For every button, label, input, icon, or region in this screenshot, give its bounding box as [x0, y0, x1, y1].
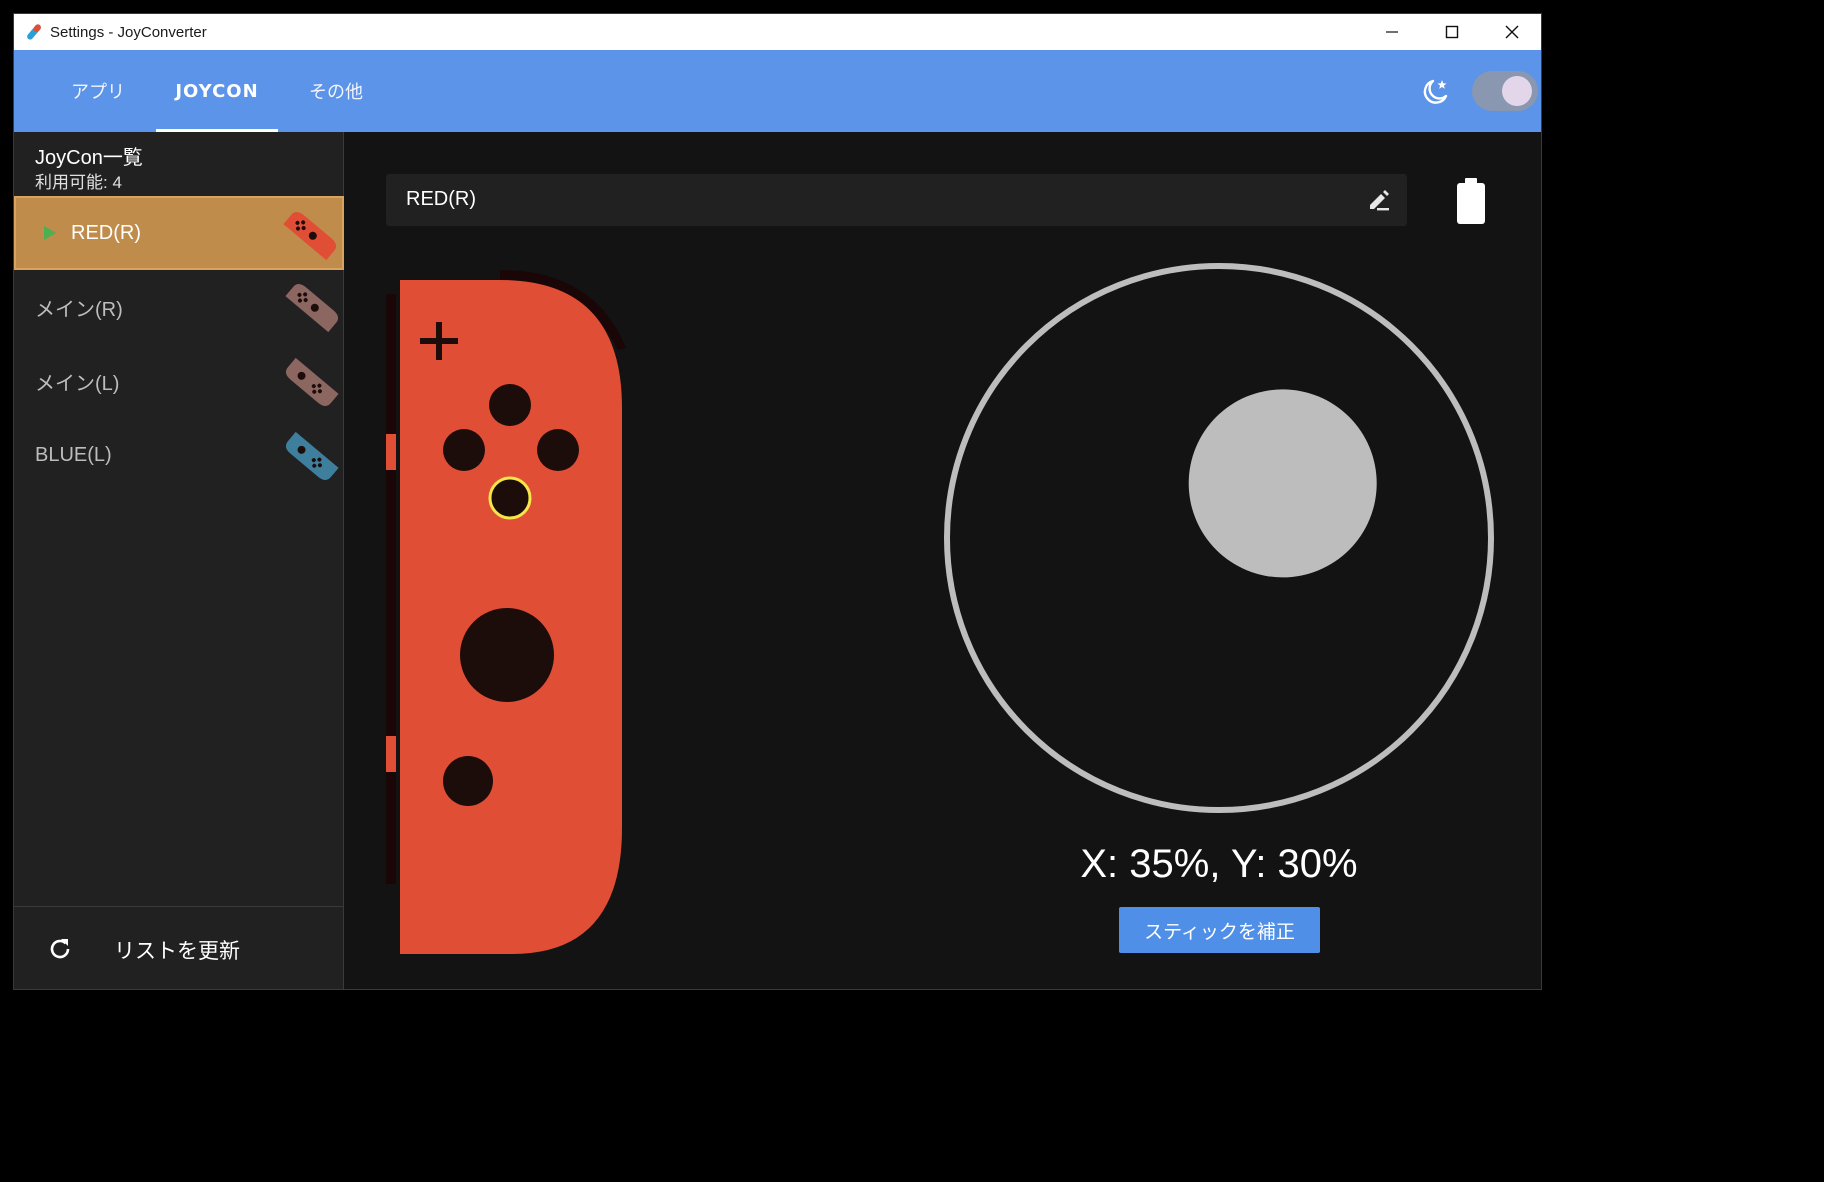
joycon-left-icon	[285, 431, 339, 481]
joycon-rail	[386, 294, 396, 884]
toggle-knob	[1502, 76, 1532, 106]
app-bar: アプリ JOYCON その他	[14, 50, 1541, 132]
refresh-icon	[50, 939, 70, 959]
title-bar: Settings - JoyConverter	[14, 14, 1541, 50]
refresh-list-button[interactable]: リストを更新	[14, 906, 344, 989]
list-item-label: メイン(R)	[35, 298, 123, 321]
theme-button[interactable]	[1417, 74, 1453, 110]
maximize-icon	[1445, 25, 1459, 39]
list-item-label: メイン(L)	[35, 372, 120, 395]
sl-button	[386, 434, 396, 470]
calibrate-stick-button[interactable]: スティックを補正	[1119, 907, 1320, 953]
list-item-label: BLUE(L)	[35, 443, 112, 466]
dark-mode-toggle[interactable]	[1472, 71, 1538, 111]
close-icon	[1505, 25, 1519, 39]
close-button[interactable]	[1482, 14, 1541, 50]
maximize-button[interactable]	[1422, 14, 1482, 50]
tab-joycon[interactable]: JOYCON	[156, 50, 278, 132]
list-title: JoyCon一覧	[35, 147, 143, 169]
joycon-diagram	[386, 270, 626, 954]
a-button	[537, 429, 579, 471]
joycon-left-icon	[285, 357, 339, 407]
tab-other[interactable]: その他	[288, 50, 384, 132]
device-name: RED(R)	[406, 188, 476, 210]
list-item-main-l[interactable]: メイン(L)	[14, 344, 344, 418]
x-button	[489, 384, 531, 426]
analog-stick	[460, 608, 554, 702]
joycon-right-icon	[285, 283, 339, 333]
list-item-main-r[interactable]: メイン(R)	[14, 270, 344, 344]
stick-position-display	[944, 263, 1494, 813]
app-window: Settings - JoyConverter アプリ JOYCON その他 J…	[13, 13, 1542, 990]
y-button	[443, 429, 485, 471]
app-icon	[27, 24, 41, 40]
joycon-list-panel: JoyCon一覧 利用可能: 4 RED(R) メイン(R) メイン(L) BL…	[14, 132, 344, 989]
minimize-button[interactable]	[1362, 14, 1422, 50]
stick-coordinates: X: 35%, Y: 30%	[1080, 842, 1358, 886]
joycon-right-icon	[283, 211, 337, 261]
list-item-red-r[interactable]: RED(R)	[14, 196, 344, 270]
tab-app[interactable]: アプリ	[50, 50, 146, 132]
home-button	[443, 756, 493, 806]
list-item-blue-l[interactable]: BLUE(L)	[14, 418, 344, 492]
edit-icon[interactable]	[1365, 186, 1393, 214]
list-item-label: RED(R)	[71, 221, 141, 244]
device-name-bar[interactable]: RED(R)	[386, 174, 1407, 226]
window-title: Settings - JoyConverter	[50, 23, 207, 41]
play-icon	[44, 226, 56, 240]
refresh-label: リストを更新	[114, 939, 240, 963]
minimize-icon	[1386, 31, 1398, 33]
available-count: 利用可能: 4	[35, 173, 122, 192]
moon-star-icon	[1423, 79, 1448, 104]
battery-icon	[1457, 178, 1485, 224]
stick-position-dot	[1188, 389, 1377, 578]
sr-button	[386, 736, 396, 772]
b-button-highlighted	[488, 476, 532, 520]
